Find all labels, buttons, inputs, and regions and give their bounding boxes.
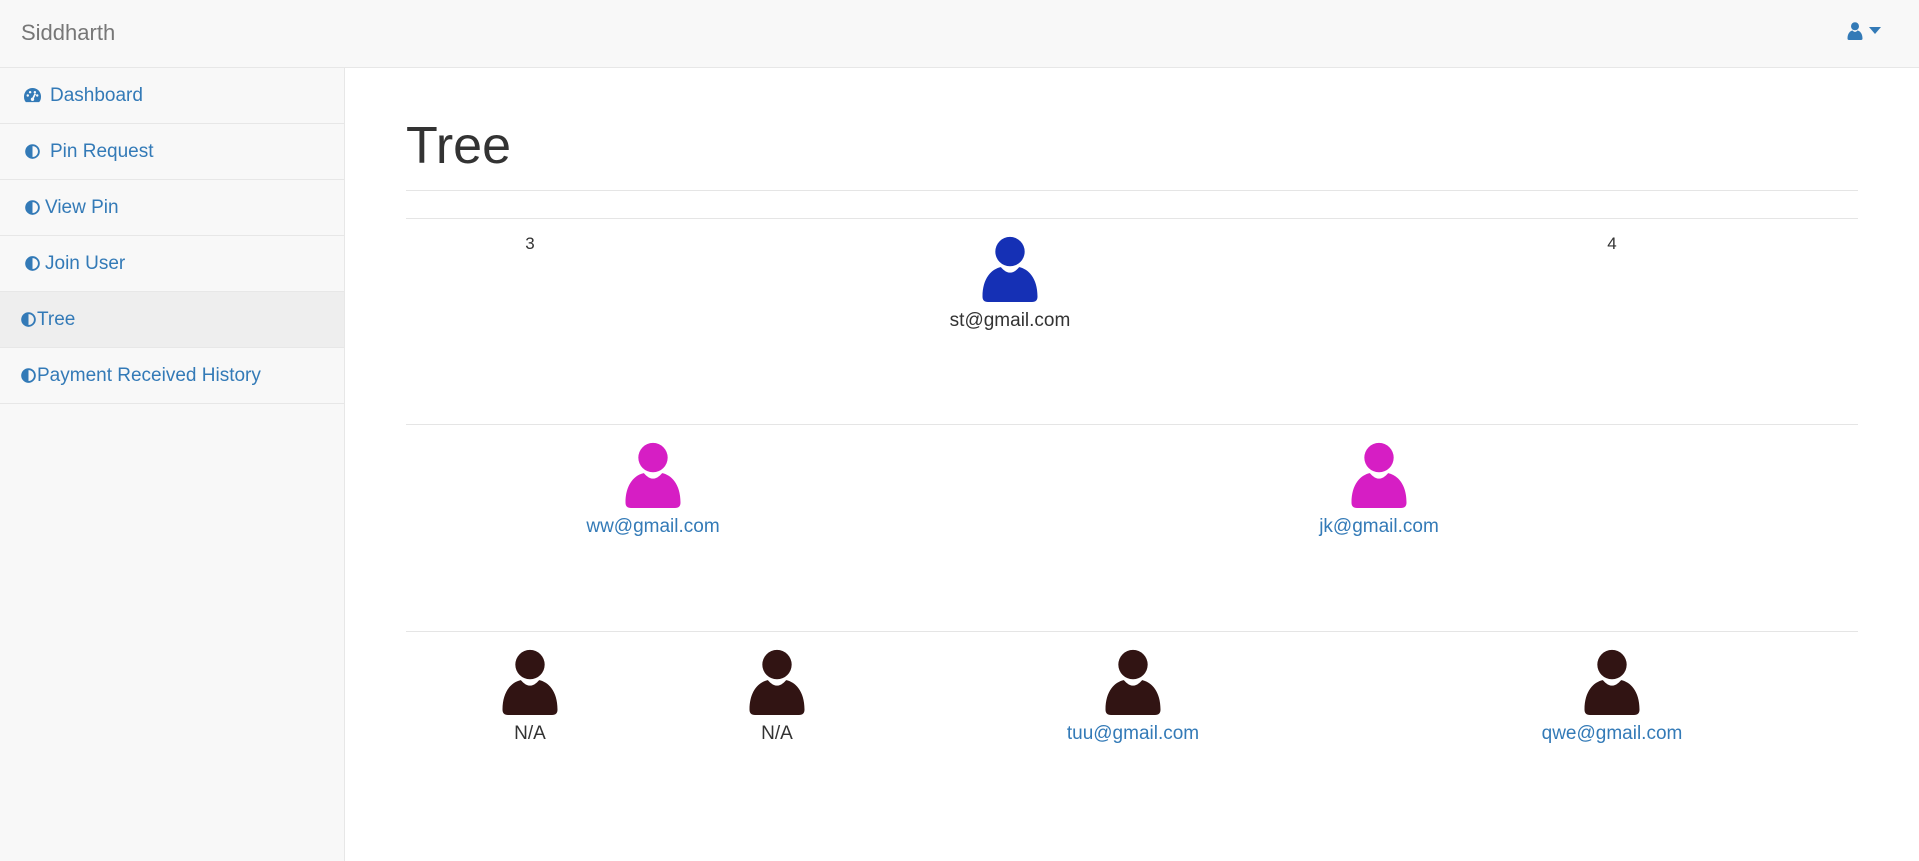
sidebar-item-label: Dashboard xyxy=(50,84,143,106)
tree-node: jk@gmail.com xyxy=(1279,442,1479,538)
user-icon xyxy=(982,236,1038,302)
node-email-link[interactable]: jk@gmail.com xyxy=(1319,516,1439,538)
right-count: 4 xyxy=(1607,234,1617,253)
dashboard-icon xyxy=(23,87,42,104)
node-email: N/A xyxy=(514,723,546,744)
sidebar-item-pin-request[interactable]: Pin Request xyxy=(0,124,344,180)
sidebar-item-tree[interactable]: Tree xyxy=(0,292,344,348)
top-navbar: Siddharth xyxy=(0,0,1919,68)
tree-node: ww@gmail.com xyxy=(553,442,753,538)
user-icon xyxy=(1847,22,1863,40)
half-circle-icon xyxy=(21,312,36,327)
tree-node: qwe@gmail.com xyxy=(1512,649,1712,745)
caret-down-icon xyxy=(1869,27,1881,34)
half-circle-icon xyxy=(21,368,36,383)
brand-title[interactable]: Siddharth xyxy=(21,20,115,46)
sidebar-item-dashboard[interactable]: Dashboard xyxy=(0,68,344,124)
divider xyxy=(406,190,1858,191)
node-email: st@gmail.com xyxy=(949,310,1071,331)
sidebar-item-join-user[interactable]: Join User xyxy=(0,236,344,292)
user-icon xyxy=(1105,649,1161,715)
half-circle-icon xyxy=(25,144,40,159)
divider xyxy=(406,424,1858,425)
half-circle-icon xyxy=(25,256,40,271)
node-email-link[interactable]: ww@gmail.com xyxy=(586,516,719,538)
left-count: 3 xyxy=(525,234,535,253)
divider xyxy=(406,218,1858,219)
tree-node: N/A xyxy=(430,649,630,745)
divider xyxy=(406,631,1858,632)
sidebar-item-label: Tree xyxy=(37,308,76,330)
sidebar-item-label: Payment Received History xyxy=(37,364,261,386)
tree-node: tuu@gmail.com xyxy=(1033,649,1233,745)
user-icon xyxy=(502,649,558,715)
user-icon xyxy=(625,442,681,508)
sidebar-item-payment-received-history[interactable]: Payment Received History xyxy=(0,348,344,404)
sidebar-item-view-pin[interactable]: View Pin xyxy=(0,180,344,236)
sidebar-item-label: View Pin xyxy=(45,196,119,218)
half-circle-icon xyxy=(25,200,40,215)
tree-node: N/A xyxy=(677,649,877,745)
sidebar: Dashboard Pin Request View Pin Join User… xyxy=(0,68,345,861)
user-menu-toggle[interactable] xyxy=(1847,22,1881,40)
user-icon xyxy=(749,649,805,715)
user-icon xyxy=(1584,649,1640,715)
page-title: Tree xyxy=(406,117,511,175)
user-icon xyxy=(1351,442,1407,508)
sidebar-item-label: Join User xyxy=(45,252,126,274)
node-email-link[interactable]: tuu@gmail.com xyxy=(1067,723,1199,745)
tree-node-root: st@gmail.com xyxy=(910,236,1110,332)
sidebar-item-label: Pin Request xyxy=(50,140,154,162)
node-email: N/A xyxy=(761,723,793,744)
node-email-link[interactable]: qwe@gmail.com xyxy=(1542,723,1683,745)
